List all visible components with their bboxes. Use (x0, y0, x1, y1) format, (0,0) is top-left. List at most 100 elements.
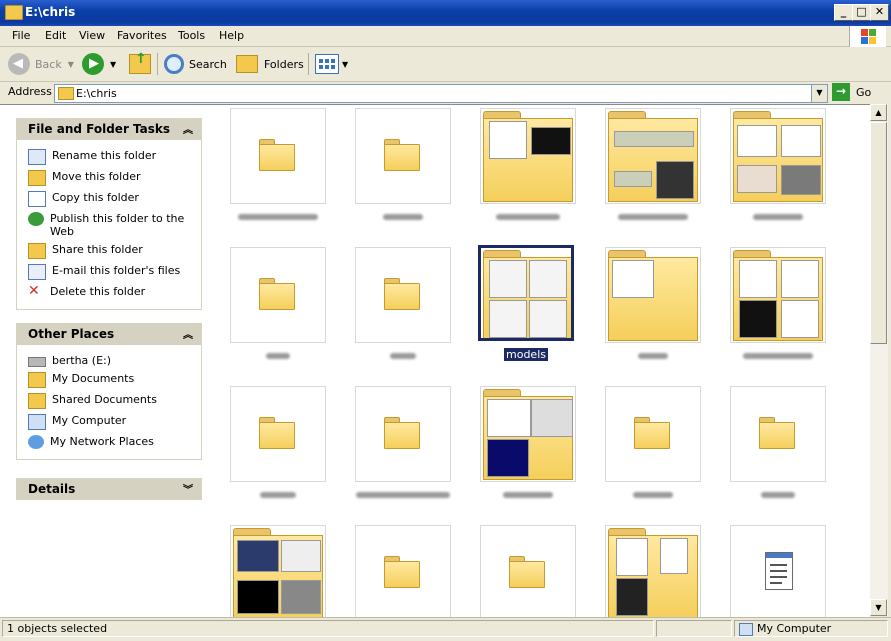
task-delete-folder[interactable]: ✕ Delete this folder (17, 282, 201, 301)
thumbnail-image (739, 260, 777, 298)
scroll-up-button[interactable]: ▲ (870, 104, 887, 121)
forward-button[interactable]: ▶ ▼ (82, 52, 116, 76)
folder-thumbnail-icon (481, 248, 571, 338)
thumbnail-image (660, 538, 688, 574)
task-copy-folder[interactable]: Copy this folder (17, 188, 201, 209)
folder-icon (384, 139, 420, 171)
place-my-computer[interactable]: My Computer (17, 411, 201, 432)
task-rename-folder[interactable]: Rename this folder (17, 146, 201, 167)
search-icon (164, 54, 184, 74)
vertical-scrollbar[interactable]: ▲ ▼ (870, 104, 888, 616)
place-shared-documents[interactable]: Shared Documents (17, 390, 201, 411)
task-email-files[interactable]: E-mail this folder's files (17, 261, 201, 282)
thumbnail-image (781, 260, 819, 298)
place-my-network-places[interactable]: My Network Places (17, 432, 201, 451)
blurred-label (496, 214, 560, 220)
file-folder-tasks-header[interactable]: File and Folder Tasks ︽ (16, 118, 202, 140)
details-box: Details ︾ (16, 478, 202, 500)
folder-icon (259, 139, 295, 171)
go-button[interactable]: → Go (832, 83, 871, 101)
views-button[interactable]: ▼ (315, 52, 348, 76)
menu-edit[interactable]: Edit (45, 29, 66, 42)
title-bar[interactable]: E:\chris _ □ ✕ (0, 0, 891, 26)
blurred-label (238, 214, 318, 220)
task-publish-folder[interactable]: Publish this folder to the Web (17, 209, 201, 240)
blurred-label (260, 492, 296, 498)
menu-view[interactable]: View (79, 29, 105, 42)
minimize-button[interactable]: _ (834, 4, 853, 21)
thumbnail-image (529, 300, 567, 338)
toolbar: ◀ Back ▼ ▶ ▼ ↑ Search Folders ▼ (0, 47, 891, 82)
folder-label: models (504, 348, 548, 361)
folder-icon (259, 417, 295, 449)
notepad-icon (765, 552, 793, 590)
thumbnail-image (737, 165, 777, 193)
copy-icon (28, 191, 46, 207)
folder-icon (259, 278, 295, 310)
chevron-down-icon: ▼ (342, 59, 349, 69)
thumbnail-image (616, 538, 648, 576)
place-bertha-drive[interactable]: bertha (E:) (17, 351, 201, 369)
thumbnail-image (281, 580, 321, 614)
back-arrow-icon: ◀ (8, 53, 30, 75)
folder-icon (384, 417, 420, 449)
computer-icon (739, 622, 753, 636)
menu-tools[interactable]: Tools (178, 29, 205, 42)
status-bar: 1 objects selected My Computer (0, 617, 891, 641)
folders-icon (236, 55, 258, 73)
address-bar: Address E:\chris ▼ → Go (0, 82, 891, 104)
blurred-label (633, 492, 673, 498)
network-icon (28, 435, 44, 449)
menu-file[interactable]: File (12, 29, 30, 42)
status-selection-text: 1 objects selected (2, 620, 654, 637)
my-documents-icon (28, 372, 46, 388)
folder-thumbnail-icon (231, 526, 325, 620)
other-places-header[interactable]: Other Places ︽ (16, 323, 202, 345)
menu-favorites[interactable]: Favorites (117, 29, 167, 42)
address-input[interactable]: E:\chris ▼ (54, 84, 828, 103)
thumbnail-image (487, 399, 531, 437)
search-button[interactable]: Search (164, 52, 227, 76)
menu-help[interactable]: Help (219, 29, 244, 42)
thumbnail-image (489, 300, 527, 338)
folder-icon (634, 417, 670, 449)
thumbnail-image (529, 260, 567, 298)
status-empty-pane (656, 620, 732, 637)
thumbnail-image (489, 121, 527, 159)
close-button[interactable]: ✕ (870, 4, 889, 21)
folder-thumbnail-icon (731, 109, 825, 203)
other-places-box: Other Places ︽ bertha (E:) My Documents … (16, 323, 202, 460)
folders-button[interactable]: Folders (236, 52, 304, 76)
expand-icon[interactable]: ︾ (183, 481, 193, 496)
delete-icon: ✕ (28, 283, 40, 299)
move-folder-icon (28, 170, 46, 186)
collapse-icon[interactable]: ︽ (183, 326, 193, 341)
address-dropdown-button[interactable]: ▼ (811, 85, 827, 102)
thumbnail-image (487, 439, 529, 477)
task-share-folder[interactable]: Share this folder (17, 240, 201, 261)
folder-icon (759, 417, 795, 449)
blurred-label (383, 214, 423, 220)
folder-thumbnail-icon (606, 248, 700, 342)
chevron-down-icon: ▼ (110, 59, 117, 69)
collapse-icon[interactable]: ︽ (183, 121, 193, 136)
scroll-thumb[interactable] (870, 122, 887, 344)
details-header[interactable]: Details ︾ (16, 478, 202, 500)
window-title: E:\chris (25, 5, 76, 19)
scroll-down-button[interactable]: ▼ (870, 599, 887, 616)
blurred-label (390, 353, 416, 359)
rename-icon (28, 149, 46, 165)
folder-thumbnail-icon (606, 109, 700, 203)
task-move-folder[interactable]: Move this folder (17, 167, 201, 188)
thumbnail-image (614, 131, 694, 147)
chevron-down-icon: ▼ (67, 59, 74, 69)
go-arrow-icon: → (832, 83, 850, 101)
back-button[interactable]: ◀ Back ▼ (8, 52, 74, 76)
up-folder-button[interactable]: ↑ (129, 51, 151, 76)
blurred-label (753, 214, 803, 220)
globe-icon (28, 212, 44, 226)
place-my-documents[interactable]: My Documents (17, 369, 201, 390)
maximize-button[interactable]: □ (852, 4, 871, 21)
blurred-label (618, 214, 688, 220)
thumbnail-image (656, 161, 694, 199)
